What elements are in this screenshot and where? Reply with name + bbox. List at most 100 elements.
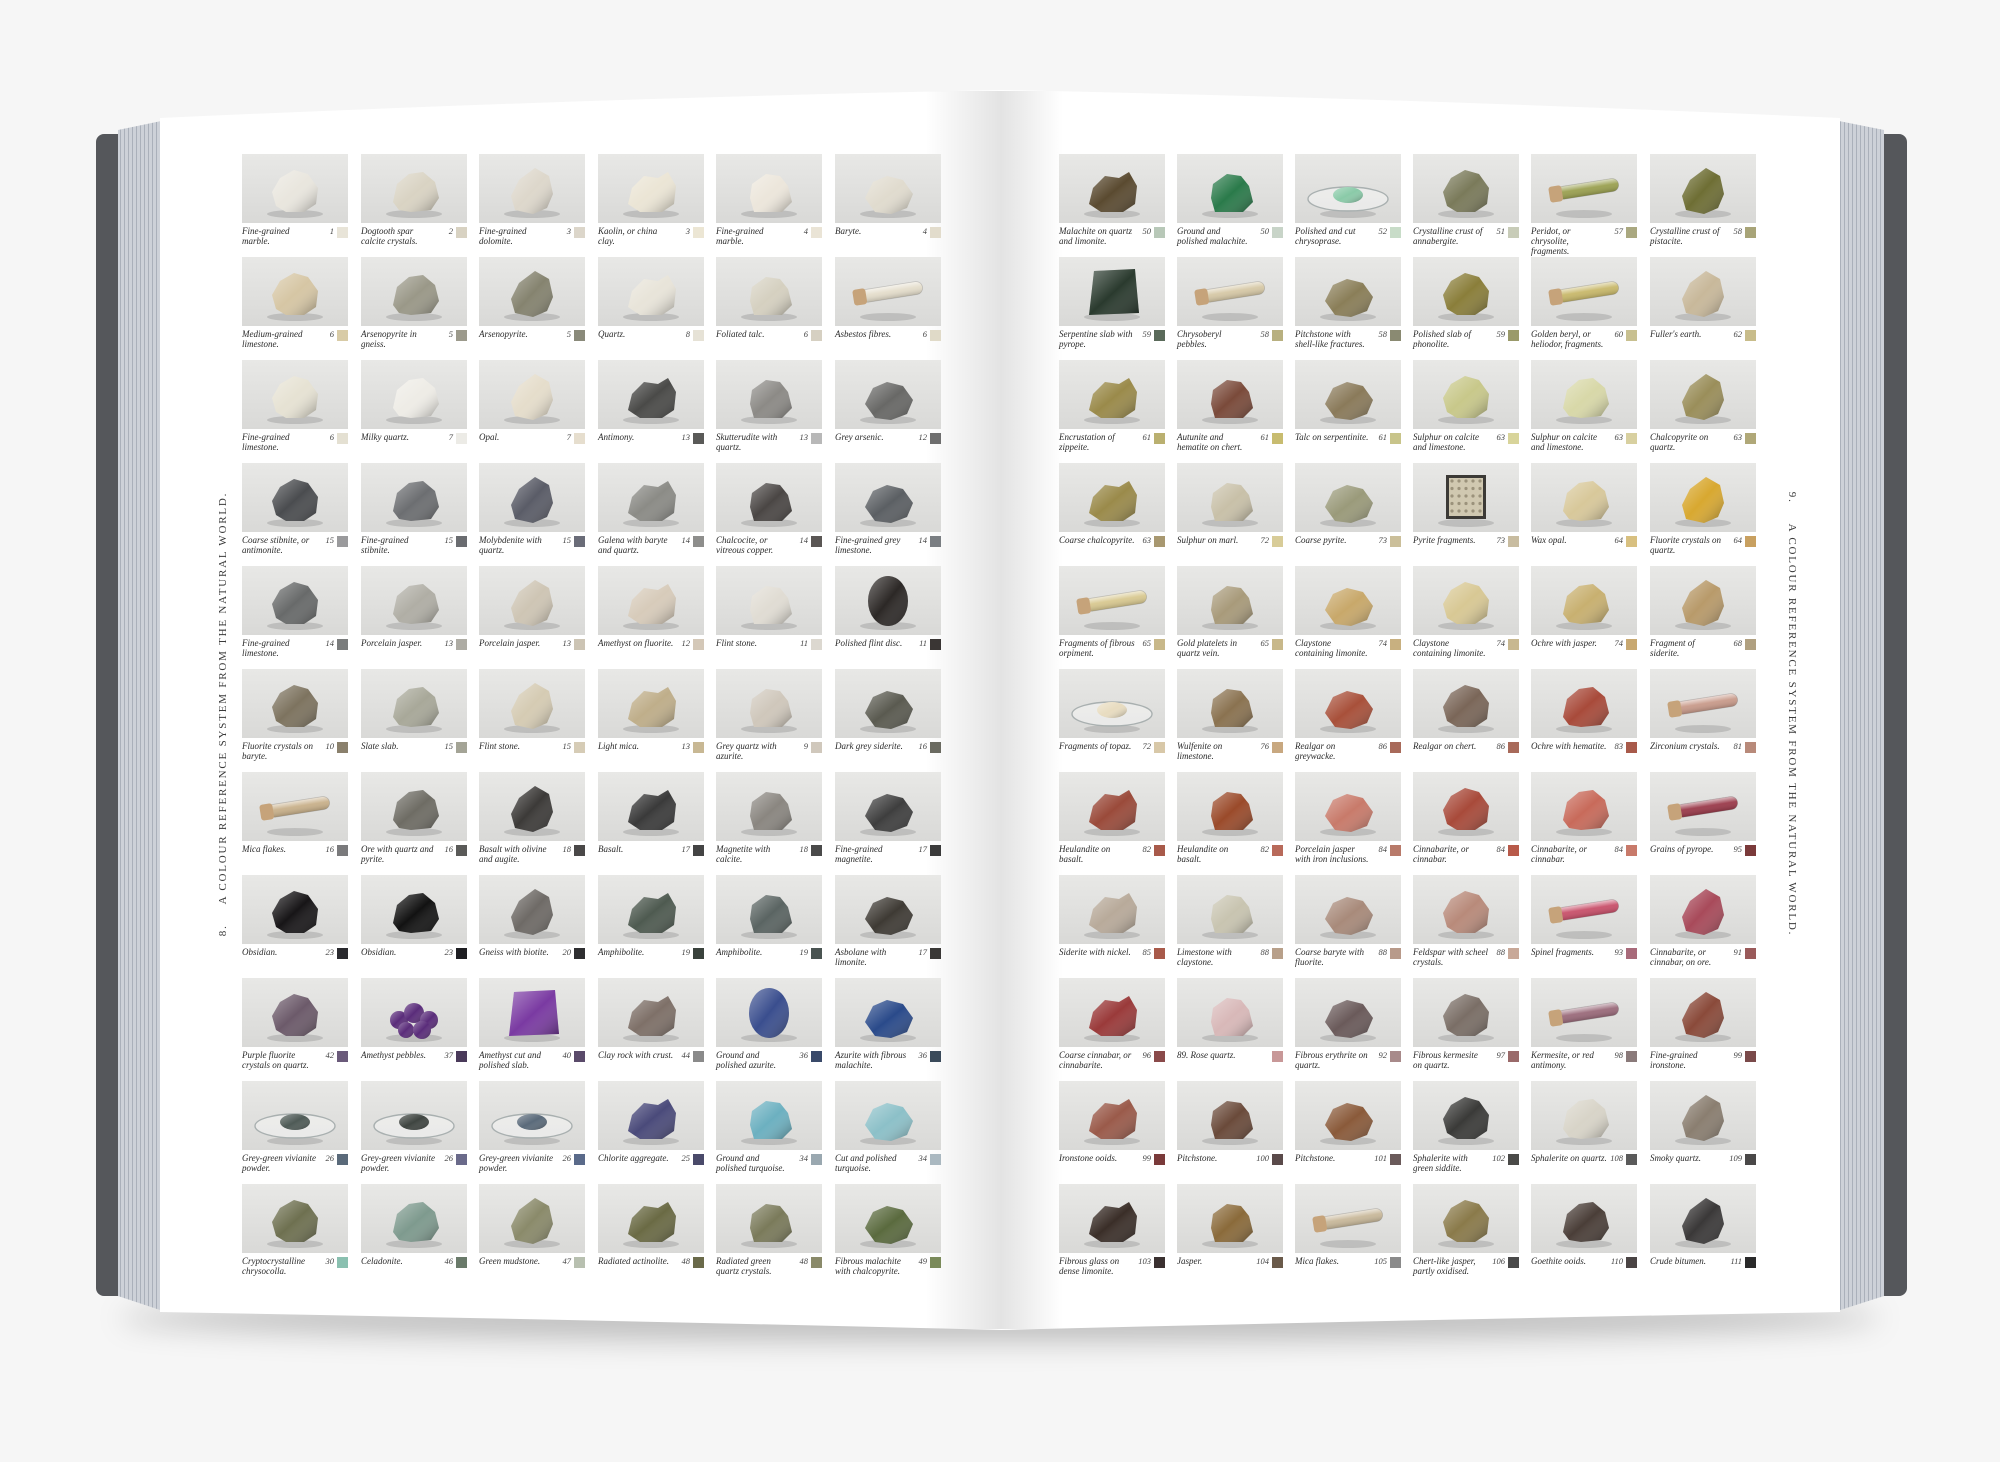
specimen-photo: [361, 978, 467, 1047]
colour-swatch: [456, 433, 467, 444]
page-number-left: 8.: [217, 924, 229, 937]
specimen-number: 26: [325, 1153, 335, 1163]
specimen-caption-row: Sulphur on calcite and limestone. 63: [1531, 432, 1637, 462]
specimen-caption-row: Magnetite with calcite. 18: [716, 844, 822, 874]
specimen-caption-row: Arsenopyrite in gneiss. 5: [361, 329, 467, 359]
specimen-cell: Radiated green quartz crystals. 48: [716, 1184, 822, 1286]
specimen-rock-shade: [511, 374, 553, 420]
specimen-caption: Green mudstone.: [479, 1256, 541, 1266]
specimen-cell: Sulphur on calcite and limestone. 63: [1531, 360, 1637, 462]
specimen-caption-row: Purple fluorite crystals on quartz. 42: [242, 1050, 348, 1080]
specimen-caption: Fragments of fibrous orpiment.: [1059, 638, 1135, 658]
specimen-caption: Radiated actinolite.: [598, 1256, 669, 1266]
specimen-image: [267, 891, 323, 939]
specimen-cell: Fine-grained dolomite. 3: [479, 154, 585, 256]
colour-swatch: [456, 227, 467, 238]
box-grain: [1457, 494, 1461, 498]
specimen-photo: [1295, 772, 1401, 841]
specimen-rock-shade: [393, 172, 439, 212]
specimen-caption-row: Talc on serpentinite. 61: [1295, 432, 1401, 462]
specimen-cell: Cinnabarite, or cinnabar. 84: [1531, 772, 1637, 874]
specimen-number: 84: [1614, 844, 1624, 854]
specimen-caption-row: Quartz. 8: [598, 329, 704, 359]
specimen-photo: [598, 669, 704, 738]
specimen-number: 63: [1733, 432, 1743, 442]
colour-swatch: [1272, 1051, 1283, 1062]
specimen-caption: Sphalerite on quartz.: [1531, 1153, 1607, 1163]
box-grain: [1471, 509, 1475, 513]
specimen-caption-row: Fluorite crystals on quartz. 64: [1650, 535, 1756, 565]
specimen-number: 109: [1729, 1153, 1742, 1163]
specimen-number: 88: [1378, 947, 1388, 957]
specimen-number: 65: [1142, 638, 1152, 648]
specimen-image: [1320, 485, 1376, 527]
specimen-cell: Fibrous glass on dense limonite. 103: [1059, 1184, 1165, 1286]
specimen-number: 59: [1142, 329, 1152, 339]
specimen-photo: [1531, 463, 1637, 532]
specimen-caption-row: Baryte. 4: [835, 226, 941, 256]
colour-swatch: [1154, 948, 1165, 959]
specimen-cell: Fine-grained magnetite. 17: [835, 772, 941, 874]
specimen-photo: [242, 1081, 348, 1150]
colour-swatch: [930, 227, 941, 238]
specimen-image: [1548, 281, 1619, 321]
specimen-caption: Goethite ooids.: [1531, 1256, 1586, 1266]
specimen-image: [1667, 693, 1738, 733]
specimen-rock-shade: [1563, 481, 1609, 521]
colour-swatch: [693, 1257, 704, 1268]
specimen-rock-shade: [865, 176, 913, 214]
specimen-image: [1548, 1002, 1619, 1042]
specimen-rock-shade: [1325, 1000, 1373, 1038]
specimen-photo: [1413, 463, 1519, 532]
colour-swatch: [693, 227, 704, 238]
specimen-number: 18: [799, 844, 809, 854]
colour-swatch: [1745, 227, 1756, 238]
specimen-caption-row: Cinnabarite, or cinnabar. 84: [1531, 844, 1637, 874]
specimen-image: [1084, 269, 1140, 321]
specimen-caption-row: Fragments of fibrous orpiment. 65: [1059, 638, 1165, 668]
colour-swatch: [930, 639, 941, 650]
colour-swatch: [1272, 948, 1283, 959]
specimen-caption-row: Wulfenite on limestone. 76: [1177, 741, 1283, 771]
specimen-cell: Fragments of topaz. 72: [1059, 669, 1165, 771]
colour-swatch: [337, 433, 348, 444]
specimen-number: 26: [444, 1153, 454, 1163]
specimen-caption: Grains of pyrope.: [1650, 844, 1714, 854]
specimen-caption: Galena with baryte and quartz.: [598, 535, 668, 555]
specimen-pebble-shade: [413, 1021, 431, 1039]
specimen-caption: Coarse chalcopyrite.: [1059, 535, 1135, 545]
specimen-photo: [716, 1184, 822, 1253]
specimen-caption: Celadonite.: [361, 1256, 403, 1266]
specimen-cell: Coarse pyrite. 73: [1295, 463, 1401, 565]
specimen-caption: Smoky quartz.: [1650, 1153, 1701, 1163]
specimen-number: 48: [799, 1256, 809, 1266]
specimen-image: [504, 477, 560, 527]
colour-swatch: [1508, 845, 1519, 856]
specimen-rock-shade: [1211, 895, 1253, 933]
specimen-image: [623, 1099, 679, 1145]
specimen-rock-shade: [1563, 584, 1609, 624]
specimen-photo: [361, 360, 467, 429]
specimen-photo: [1059, 154, 1165, 223]
specimen-number: 5: [566, 329, 571, 339]
specimen-caption-row: Grains of pyrope. 95: [1650, 844, 1756, 874]
colour-swatch: [1508, 1257, 1519, 1268]
colour-swatch: [1272, 536, 1283, 547]
specimen-photo: [598, 257, 704, 326]
specimen-photo: [1177, 257, 1283, 326]
colour-swatch: [456, 1154, 467, 1165]
specimen-number: 96: [1142, 1050, 1152, 1060]
specimen-image: [623, 275, 679, 321]
specimen-number: 19: [681, 947, 691, 957]
specimen-cell: Clay rock with crust. 44: [598, 978, 704, 1080]
specimen-cell: Smoky quartz. 109: [1650, 1081, 1756, 1183]
specimen-caption: Wax opal.: [1531, 535, 1567, 545]
specimen-rock-shade: [1325, 794, 1373, 832]
specimen-photo: [242, 1184, 348, 1253]
specimen-cell: Spinel fragments. 93: [1531, 875, 1637, 977]
specimen-cell: Porcelain jasper. 13: [361, 566, 467, 668]
specimen-caption-row: Malachite on quartz and limonite. 50: [1059, 226, 1165, 256]
specimen-number: 6: [803, 329, 808, 339]
specimen-caption-row: Fuller's earth. 62: [1650, 329, 1756, 359]
specimen-tube: [1548, 899, 1619, 924]
